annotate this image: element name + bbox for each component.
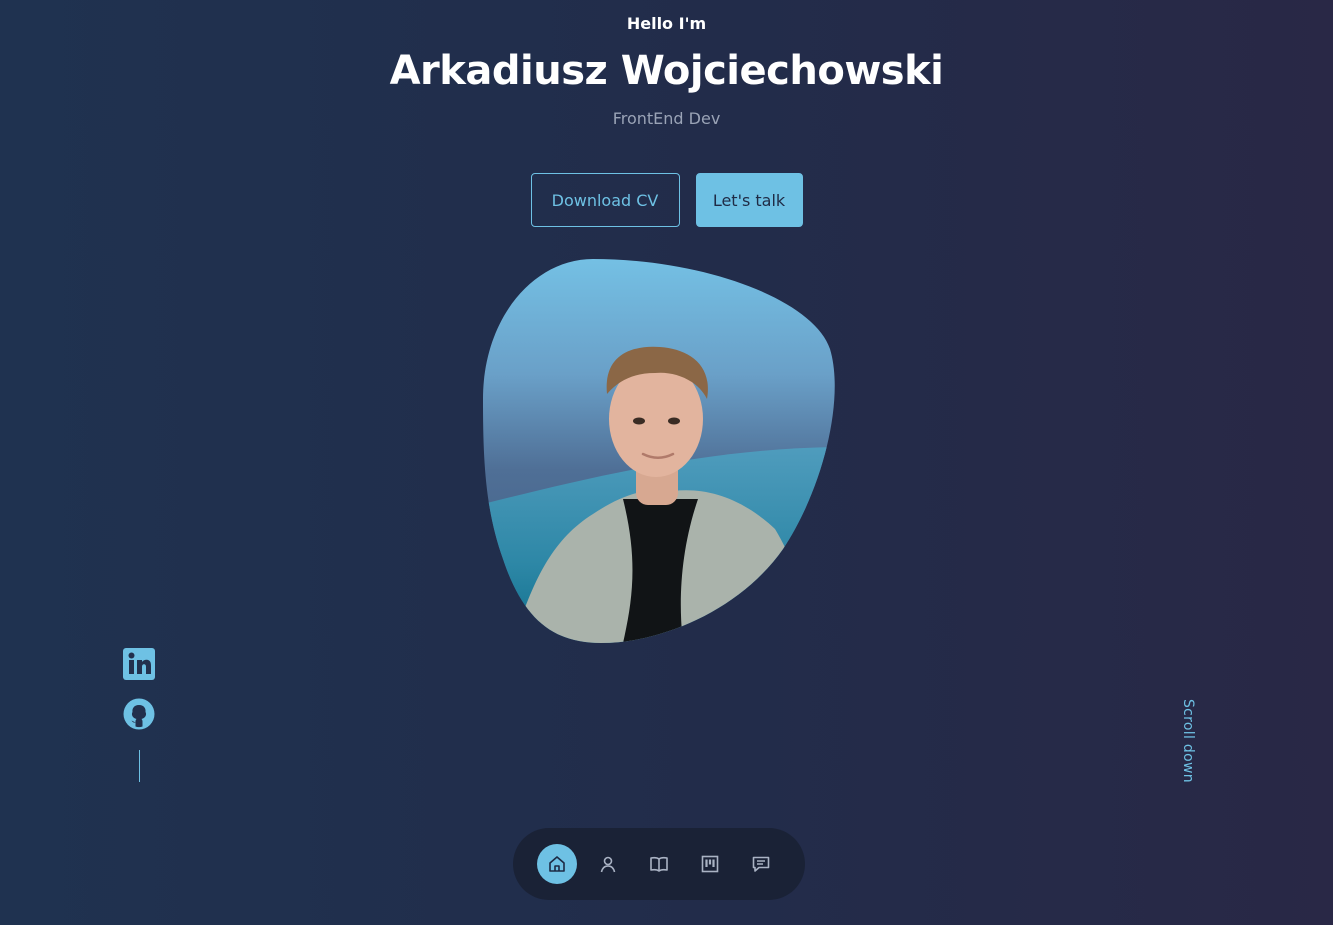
user-icon [600,856,616,873]
lets-talk-button[interactable]: Let's talk [695,173,803,227]
nav-home[interactable] [537,844,577,884]
nav-experience[interactable] [639,844,679,884]
scroll-down-link[interactable]: Scroll down [1180,699,1196,783]
home-icon [549,856,565,872]
profile-photo [483,259,835,643]
bottom-navigation [513,828,805,900]
nav-contact[interactable] [741,844,781,884]
linkedin-icon[interactable] [123,648,155,680]
book-icon [650,856,668,872]
nav-portfolio[interactable] [690,844,730,884]
message-icon [752,856,770,872]
hero-name: Arkadiusz Wojciechowski [389,48,944,94]
hero-role: FrontEnd Dev [612,109,721,128]
hero-greeting: Hello I'm [626,14,707,33]
portfolio-icon [701,855,719,873]
download-cv-button[interactable]: Download CV [530,173,680,227]
social-links [122,648,156,782]
cta-buttons: Download CV Let's talk [0,173,1333,227]
github-icon[interactable] [123,698,155,730]
nav-about[interactable] [588,844,628,884]
social-divider [138,750,140,782]
